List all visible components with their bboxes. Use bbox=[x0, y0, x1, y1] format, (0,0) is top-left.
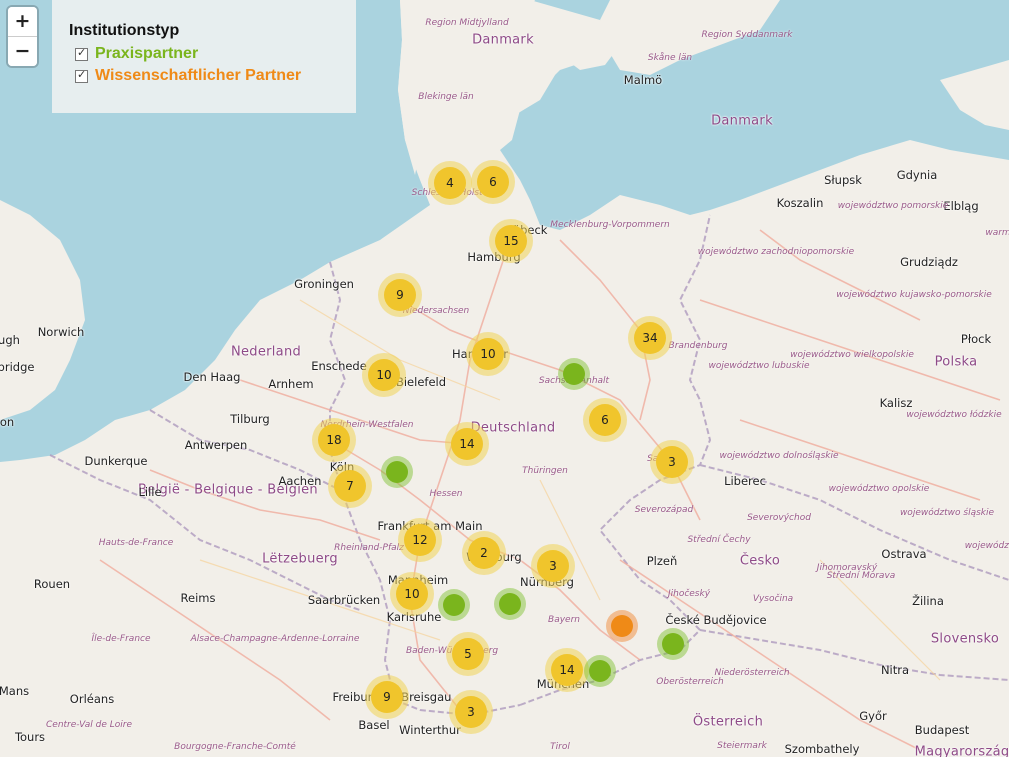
praxispartner-marker[interactable] bbox=[438, 589, 470, 621]
cluster-count: 10 bbox=[472, 338, 504, 370]
cluster-count: 10 bbox=[368, 359, 400, 391]
legend-item-praxispartner[interactable]: Praxispartner bbox=[69, 43, 356, 65]
praxispartner-checkbox[interactable] bbox=[75, 46, 88, 61]
cluster-count: 9 bbox=[384, 279, 416, 311]
cluster-marker[interactable]: 14 bbox=[445, 422, 489, 466]
cluster-count: 12 bbox=[404, 524, 436, 556]
cluster-count: 6 bbox=[477, 166, 509, 198]
cluster-marker[interactable]: 10 bbox=[466, 332, 510, 376]
cluster-marker[interactable]: 7 bbox=[328, 464, 372, 508]
cluster-marker[interactable]: 10 bbox=[390, 572, 434, 616]
marker-dot bbox=[589, 660, 611, 682]
cluster-marker[interactable]: 34 bbox=[628, 316, 672, 360]
praxispartner-marker[interactable] bbox=[657, 628, 689, 660]
cluster-count: 15 bbox=[495, 225, 527, 257]
cluster-count: 5 bbox=[452, 638, 484, 670]
cluster-marker[interactable]: 18 bbox=[312, 418, 356, 462]
cluster-marker[interactable]: 3 bbox=[449, 690, 493, 734]
cluster-marker[interactable]: 4 bbox=[428, 161, 472, 205]
zoom-control: + − bbox=[8, 7, 37, 66]
cluster-count: 2 bbox=[468, 537, 500, 569]
map[interactable]: Danmark Danmark Nederland Deutschland België… bbox=[0, 0, 1009, 757]
cluster-count: 34 bbox=[634, 322, 666, 354]
cluster-marker[interactable]: 12 bbox=[398, 518, 442, 562]
cluster-count: 9 bbox=[371, 681, 403, 713]
wissenschaftlicher-partner-checkbox[interactable] bbox=[75, 68, 88, 83]
cluster-marker[interactable]: 9 bbox=[378, 273, 422, 317]
cluster-marker[interactable]: 14 bbox=[545, 648, 589, 692]
marker-dot bbox=[499, 593, 521, 615]
cluster-count: 10 bbox=[396, 578, 428, 610]
praxispartner-label[interactable]: Praxispartner bbox=[95, 45, 198, 63]
map-background bbox=[0, 0, 1009, 757]
cluster-marker[interactable]: 5 bbox=[446, 632, 490, 676]
cluster-marker[interactable]: 9 bbox=[365, 675, 409, 719]
legend-title: Institutionstyp bbox=[69, 22, 180, 39]
cluster-marker[interactable]: 6 bbox=[471, 160, 515, 204]
legend-item-wissenschaftlicher-partner[interactable]: Wissenschaftlicher Partner bbox=[69, 65, 356, 87]
cluster-count: 3 bbox=[656, 446, 688, 478]
praxispartner-marker[interactable] bbox=[494, 588, 526, 620]
cluster-count: 18 bbox=[318, 424, 350, 456]
cluster-count: 4 bbox=[434, 167, 466, 199]
cluster-marker[interactable]: 6 bbox=[583, 398, 627, 442]
cluster-marker[interactable]: 15 bbox=[489, 219, 533, 263]
marker-dot bbox=[662, 633, 684, 655]
cluster-count: 3 bbox=[537, 550, 569, 582]
cluster-count: 7 bbox=[334, 470, 366, 502]
marker-dot bbox=[611, 615, 633, 637]
wissenschaftlicher-partner-marker[interactable] bbox=[606, 610, 638, 642]
cluster-count: 14 bbox=[451, 428, 483, 460]
wissenschaftlicher-partner-label[interactable]: Wissenschaftlicher Partner bbox=[95, 67, 301, 85]
cluster-marker[interactable]: 3 bbox=[531, 544, 575, 588]
cluster-count: 6 bbox=[589, 404, 621, 436]
marker-dot bbox=[563, 363, 585, 385]
zoom-in-button[interactable]: + bbox=[8, 7, 37, 36]
cluster-marker[interactable]: 10 bbox=[362, 353, 406, 397]
praxispartner-marker[interactable] bbox=[558, 358, 590, 390]
marker-dot bbox=[443, 594, 465, 616]
cluster-marker[interactable]: 3 bbox=[650, 440, 694, 484]
cluster-count: 3 bbox=[455, 696, 487, 728]
zoom-out-button[interactable]: − bbox=[8, 36, 37, 66]
praxispartner-marker[interactable] bbox=[381, 456, 413, 488]
marker-dot bbox=[386, 461, 408, 483]
cluster-count: 14 bbox=[551, 654, 583, 686]
praxispartner-marker[interactable] bbox=[584, 655, 616, 687]
legend-panel: Institutionstyp Praxispartner Wissenscha… bbox=[52, 0, 356, 113]
cluster-marker[interactable]: 2 bbox=[462, 531, 506, 575]
